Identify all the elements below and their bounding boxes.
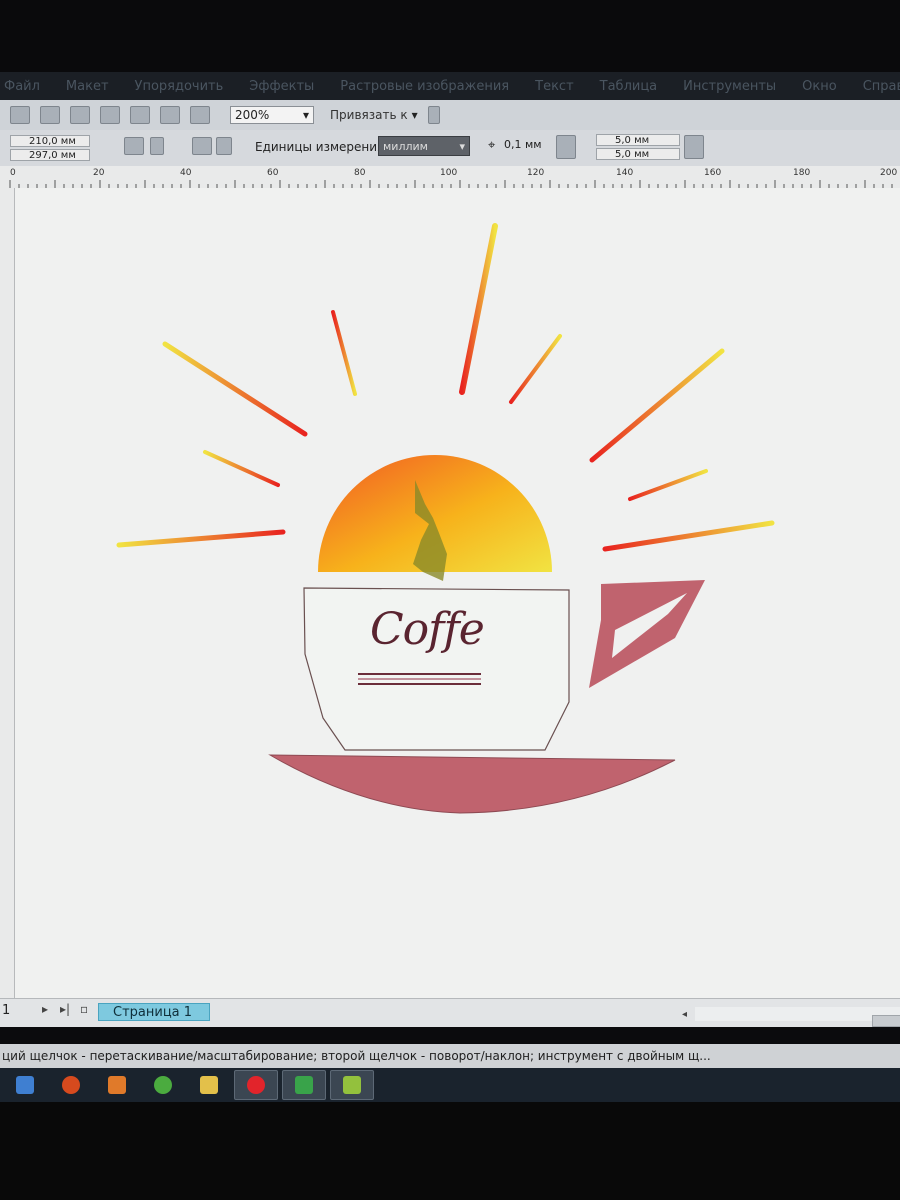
units-label: Единицы измерения: xyxy=(255,140,389,154)
menu-item-help[interactable]: Справка xyxy=(863,79,900,94)
folder-icon xyxy=(200,1076,218,1094)
snap-to-dropdown[interactable]: Привязать к xyxy=(330,108,408,122)
undo-icon[interactable] xyxy=(40,106,60,124)
portrait-orientation-icon[interactable] xyxy=(124,137,144,155)
vertical-ruler xyxy=(0,188,15,998)
sun-ray xyxy=(628,469,708,501)
landscape-orientation-icon[interactable] xyxy=(150,137,164,155)
saucer-shape xyxy=(268,754,676,814)
menu-item-tools[interactable]: Инструменты xyxy=(683,79,776,94)
zoom-value: 200% xyxy=(235,108,270,122)
status-hint: ций щелчок - перетаскивание/масштабирова… xyxy=(2,1049,711,1063)
zoom-dropdown[interactable]: 200% ▾ xyxy=(230,106,314,124)
taskbar xyxy=(0,1068,900,1102)
drawing-canvas[interactable]: Coffe xyxy=(15,188,900,998)
yandex-icon xyxy=(247,1076,265,1094)
nudge-spinner[interactable] xyxy=(556,135,576,159)
page-number: 1 xyxy=(2,1003,11,1018)
app-icon xyxy=(343,1076,361,1094)
sun-ray xyxy=(331,310,357,396)
menu-item-layout[interactable]: Макет xyxy=(66,79,109,94)
taskbar-folder[interactable] xyxy=(188,1071,230,1099)
duplicate-x-field[interactable]: 5,0 мм xyxy=(596,134,680,146)
page-navigator: 1 ▸ ▸| ▫ Страница 1 ◂ xyxy=(0,998,900,1027)
taskbar-yandex[interactable] xyxy=(234,1070,278,1100)
taskbar-media-player[interactable] xyxy=(96,1071,138,1099)
import-icon[interactable] xyxy=(100,106,120,124)
menu-item-arrange[interactable]: Упорядочить xyxy=(135,79,224,94)
menu-item-file[interactable]: Файл xyxy=(4,79,40,94)
nudge-icon: ⌖ xyxy=(488,138,496,153)
menu-item-bitmaps[interactable]: Растровые изображения xyxy=(340,79,509,94)
sun-ray xyxy=(162,341,308,437)
sun-ray xyxy=(589,348,725,463)
scroll-left-icon[interactable]: ◂ xyxy=(682,1009,687,1020)
redo-icon[interactable] xyxy=(70,106,90,124)
coreldraw-icon xyxy=(295,1076,313,1094)
taskbar-coreldraw[interactable] xyxy=(282,1070,326,1100)
scrollbar-thumb[interactable] xyxy=(872,1015,900,1027)
page-height-field[interactable]: 297,0 мм xyxy=(10,149,90,161)
cup-text: Coffe xyxy=(370,604,485,655)
application-launcher-icon[interactable] xyxy=(160,106,180,124)
menu-item-effects[interactable]: Эффекты xyxy=(249,79,314,94)
chevron-down-icon: ▾ xyxy=(459,140,465,153)
sun-ray xyxy=(116,529,286,548)
sun-ray xyxy=(602,520,775,552)
sun-ray xyxy=(509,334,562,404)
units-dropdown[interactable]: миллим ▾ xyxy=(378,136,470,156)
last-page-icon[interactable]: ▸| xyxy=(60,1002,70,1016)
property-bar: 210,0 мм 297,0 мм Единицы измерения: мил… xyxy=(0,130,900,167)
painter-icon xyxy=(62,1076,80,1094)
standard-toolbar: 200% ▾ Привязать к ▾ xyxy=(0,100,900,131)
paste-icon[interactable] xyxy=(10,106,30,124)
media-player-icon xyxy=(108,1076,126,1094)
page-tab[interactable]: Страница 1 xyxy=(98,1003,210,1021)
menu-item-table[interactable]: Таблица xyxy=(600,79,658,94)
monitor-bezel-bottom xyxy=(0,1102,900,1200)
sun-ray xyxy=(203,450,280,487)
welcome-screen-icon[interactable] xyxy=(190,106,210,124)
horizontal-scrollbar[interactable] xyxy=(695,1007,900,1021)
chrome-icon xyxy=(154,1076,172,1094)
horizontal-ruler: 0 20 40 60 80 100 120 140 160 180 200 xyxy=(0,166,900,189)
logo-artwork xyxy=(116,223,775,814)
duplicate-spinner[interactable] xyxy=(684,135,704,159)
export-icon[interactable] xyxy=(130,106,150,124)
nudge-distance-field[interactable]: 0,1 мм xyxy=(504,138,552,151)
menu-item-text[interactable]: Текст xyxy=(535,79,574,94)
taskbar-app[interactable] xyxy=(330,1070,374,1100)
taskbar-painter[interactable] xyxy=(50,1071,92,1099)
add-page-icon[interactable]: ▫ xyxy=(80,1002,88,1016)
units-value: миллим xyxy=(383,140,428,153)
taskbar-explorer[interactable] xyxy=(4,1071,46,1099)
all-pages-icon[interactable] xyxy=(192,137,212,155)
cup-handle xyxy=(589,580,705,688)
taskbar-chrome[interactable] xyxy=(142,1071,184,1099)
page-width-field[interactable]: 210,0 мм xyxy=(10,135,90,147)
menu-item-window[interactable]: Окно xyxy=(802,79,837,94)
monitor-bezel-top xyxy=(0,0,900,72)
explorer-icon xyxy=(16,1076,34,1094)
menu-bar: Файл Макет Упорядочить Эффекты Растровые… xyxy=(0,72,900,100)
ruler-ticks xyxy=(9,180,893,188)
sun-ray xyxy=(459,223,498,395)
duplicate-y-field[interactable]: 5,0 мм xyxy=(596,148,680,160)
next-page-icon[interactable]: ▸ xyxy=(42,1002,48,1016)
current-page-icon[interactable] xyxy=(216,137,232,155)
chevron-down-icon[interactable]: ▾ xyxy=(412,108,418,122)
options-icon[interactable] xyxy=(427,106,440,124)
chevron-down-icon: ▾ xyxy=(302,108,309,122)
status-bar: ций щелчок - перетаскивание/масштабирова… xyxy=(0,1044,900,1068)
